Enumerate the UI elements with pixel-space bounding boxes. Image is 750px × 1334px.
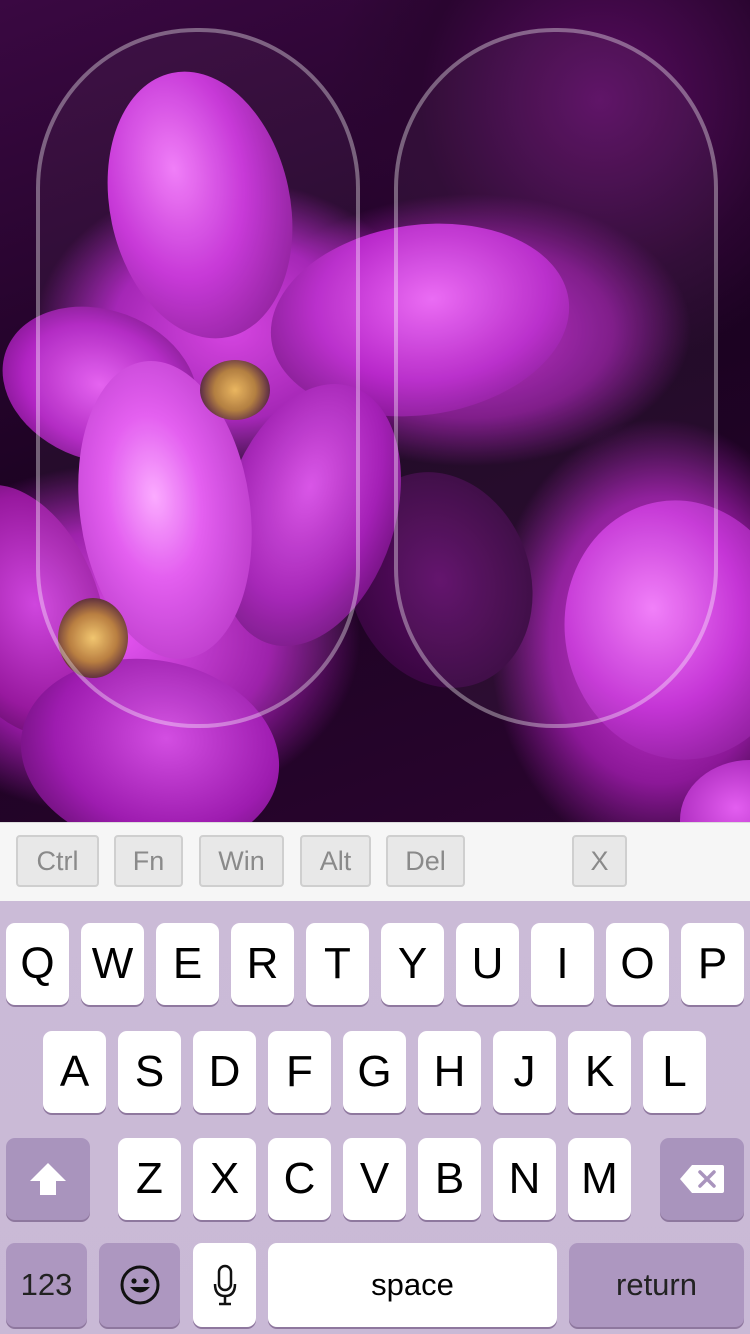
key-y[interactable]: Y <box>381 923 444 1005</box>
keyboard: Q W E R T Y U I O P A S D F G H J K L Z … <box>0 901 750 1334</box>
key-m[interactable]: M <box>568 1138 631 1220</box>
right-touchpad[interactable] <box>394 28 718 728</box>
key-k[interactable]: K <box>568 1031 631 1113</box>
shift-key[interactable] <box>6 1138 90 1220</box>
key-d[interactable]: D <box>193 1031 256 1113</box>
return-label: return <box>616 1267 697 1302</box>
flower-petal <box>680 760 750 822</box>
numbers-key[interactable]: 123 <box>6 1243 87 1327</box>
key-f[interactable]: F <box>268 1031 331 1113</box>
wallpaper-flowers <box>0 0 750 822</box>
return-key[interactable]: return <box>569 1243 744 1327</box>
key-n[interactable]: N <box>493 1138 556 1220</box>
numbers-label: 123 <box>20 1267 73 1302</box>
key-x[interactable]: X <box>193 1138 256 1220</box>
key-o[interactable]: O <box>606 923 669 1005</box>
win-key[interactable]: Win <box>199 835 284 887</box>
key-i[interactable]: I <box>531 923 594 1005</box>
key-t[interactable]: T <box>306 923 369 1005</box>
close-button[interactable]: X <box>572 835 627 887</box>
microphone-key[interactable] <box>193 1243 256 1327</box>
key-w[interactable]: W <box>81 923 144 1005</box>
key-r[interactable]: R <box>231 923 294 1005</box>
key-l[interactable]: L <box>643 1031 706 1113</box>
shift-arrow-icon <box>30 1163 66 1195</box>
fn-key[interactable]: Fn <box>114 835 183 887</box>
key-h[interactable]: H <box>418 1031 481 1113</box>
key-e[interactable]: E <box>156 923 219 1005</box>
key-j[interactable]: J <box>493 1031 556 1113</box>
key-a[interactable]: A <box>43 1031 106 1113</box>
emoji-key[interactable] <box>99 1243 180 1327</box>
microphone-icon <box>213 1264 236 1306</box>
space-key[interactable]: space <box>268 1243 557 1327</box>
key-q[interactable]: Q <box>6 923 69 1005</box>
key-u[interactable]: U <box>456 923 519 1005</box>
backspace-icon <box>680 1165 724 1193</box>
smiley-icon <box>120 1265 159 1305</box>
key-g[interactable]: G <box>343 1031 406 1113</box>
ctrl-key[interactable]: Ctrl <box>16 835 99 887</box>
left-touchpad[interactable] <box>36 28 360 728</box>
key-z[interactable]: Z <box>118 1138 181 1220</box>
key-v[interactable]: V <box>343 1138 406 1220</box>
space-label: space <box>371 1267 454 1302</box>
alt-key[interactable]: Alt <box>300 835 371 887</box>
key-s[interactable]: S <box>118 1031 181 1113</box>
backspace-key[interactable] <box>660 1138 744 1220</box>
key-p[interactable]: P <box>681 923 744 1005</box>
key-c[interactable]: C <box>268 1138 331 1220</box>
modifier-toolbar: Ctrl Fn Win Alt Del X <box>0 822 750 902</box>
key-b[interactable]: B <box>418 1138 481 1220</box>
del-key[interactable]: Del <box>386 835 465 887</box>
